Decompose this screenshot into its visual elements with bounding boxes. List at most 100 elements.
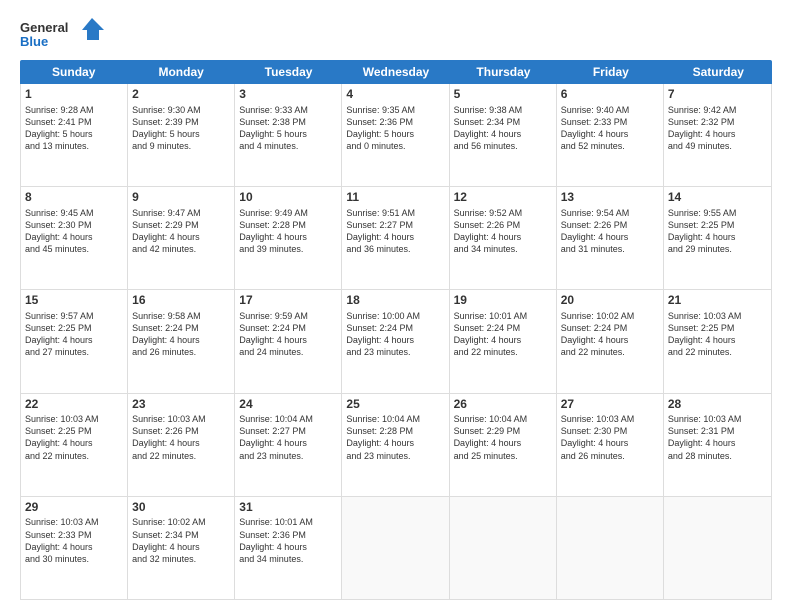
- calendar-header: SundayMondayTuesdayWednesdayThursdayFrid…: [20, 60, 772, 84]
- day-info: Sunrise: 9:55 AM Sunset: 2:25 PM Dayligh…: [668, 207, 767, 256]
- day-number: 8: [25, 190, 123, 206]
- day-number: 24: [239, 397, 337, 413]
- day-info: Sunrise: 10:01 AM Sunset: 2:36 PM Daylig…: [239, 516, 337, 565]
- day-cell-1: 1Sunrise: 9:28 AM Sunset: 2:41 PM Daylig…: [21, 84, 128, 186]
- day-number: 28: [668, 397, 767, 413]
- empty-cell-4-6: [664, 497, 771, 599]
- day-cell-14: 14Sunrise: 9:55 AM Sunset: 2:25 PM Dayli…: [664, 187, 771, 289]
- day-number: 14: [668, 190, 767, 206]
- header-cell-friday: Friday: [557, 60, 664, 84]
- header-cell-thursday: Thursday: [450, 60, 557, 84]
- day-cell-19: 19Sunrise: 10:01 AM Sunset: 2:24 PM Dayl…: [450, 290, 557, 392]
- day-info: Sunrise: 9:58 AM Sunset: 2:24 PM Dayligh…: [132, 310, 230, 359]
- day-cell-2: 2Sunrise: 9:30 AM Sunset: 2:39 PM Daylig…: [128, 84, 235, 186]
- day-info: Sunrise: 9:30 AM Sunset: 2:39 PM Dayligh…: [132, 104, 230, 153]
- day-info: Sunrise: 9:28 AM Sunset: 2:41 PM Dayligh…: [25, 104, 123, 153]
- day-number: 19: [454, 293, 552, 309]
- day-info: Sunrise: 9:54 AM Sunset: 2:26 PM Dayligh…: [561, 207, 659, 256]
- day-cell-31: 31Sunrise: 10:01 AM Sunset: 2:36 PM Dayl…: [235, 497, 342, 599]
- header-cell-tuesday: Tuesday: [235, 60, 342, 84]
- day-cell-25: 25Sunrise: 10:04 AM Sunset: 2:28 PM Dayl…: [342, 394, 449, 496]
- day-info: Sunrise: 10:00 AM Sunset: 2:24 PM Daylig…: [346, 310, 444, 359]
- day-cell-26: 26Sunrise: 10:04 AM Sunset: 2:29 PM Dayl…: [450, 394, 557, 496]
- day-info: Sunrise: 9:59 AM Sunset: 2:24 PM Dayligh…: [239, 310, 337, 359]
- page: General Blue SundayMondayTuesdayWednesda…: [0, 0, 792, 612]
- calendar: SundayMondayTuesdayWednesdayThursdayFrid…: [20, 60, 772, 600]
- day-info: Sunrise: 10:04 AM Sunset: 2:28 PM Daylig…: [346, 413, 444, 462]
- logo: General Blue: [20, 16, 110, 52]
- day-number: 6: [561, 87, 659, 103]
- day-cell-28: 28Sunrise: 10:03 AM Sunset: 2:31 PM Dayl…: [664, 394, 771, 496]
- day-cell-9: 9Sunrise: 9:47 AM Sunset: 2:29 PM Daylig…: [128, 187, 235, 289]
- day-cell-15: 15Sunrise: 9:57 AM Sunset: 2:25 PM Dayli…: [21, 290, 128, 392]
- day-number: 20: [561, 293, 659, 309]
- day-cell-6: 6Sunrise: 9:40 AM Sunset: 2:33 PM Daylig…: [557, 84, 664, 186]
- day-info: Sunrise: 10:03 AM Sunset: 2:25 PM Daylig…: [668, 310, 767, 359]
- day-cell-17: 17Sunrise: 9:59 AM Sunset: 2:24 PM Dayli…: [235, 290, 342, 392]
- day-number: 11: [346, 190, 444, 206]
- day-number: 27: [561, 397, 659, 413]
- day-info: Sunrise: 9:38 AM Sunset: 2:34 PM Dayligh…: [454, 104, 552, 153]
- day-cell-12: 12Sunrise: 9:52 AM Sunset: 2:26 PM Dayli…: [450, 187, 557, 289]
- day-number: 9: [132, 190, 230, 206]
- day-info: Sunrise: 9:52 AM Sunset: 2:26 PM Dayligh…: [454, 207, 552, 256]
- day-cell-4: 4Sunrise: 9:35 AM Sunset: 2:36 PM Daylig…: [342, 84, 449, 186]
- day-number: 30: [132, 500, 230, 516]
- day-info: Sunrise: 9:35 AM Sunset: 2:36 PM Dayligh…: [346, 104, 444, 153]
- svg-text:Blue: Blue: [20, 34, 48, 49]
- day-number: 17: [239, 293, 337, 309]
- day-cell-3: 3Sunrise: 9:33 AM Sunset: 2:38 PM Daylig…: [235, 84, 342, 186]
- calendar-row-1: 1Sunrise: 9:28 AM Sunset: 2:41 PM Daylig…: [21, 84, 771, 187]
- day-cell-8: 8Sunrise: 9:45 AM Sunset: 2:30 PM Daylig…: [21, 187, 128, 289]
- day-info: Sunrise: 9:33 AM Sunset: 2:38 PM Dayligh…: [239, 104, 337, 153]
- day-number: 12: [454, 190, 552, 206]
- svg-text:General: General: [20, 20, 68, 35]
- day-info: Sunrise: 9:49 AM Sunset: 2:28 PM Dayligh…: [239, 207, 337, 256]
- calendar-row-5: 29Sunrise: 10:03 AM Sunset: 2:33 PM Dayl…: [21, 497, 771, 599]
- day-number: 21: [668, 293, 767, 309]
- day-info: Sunrise: 9:40 AM Sunset: 2:33 PM Dayligh…: [561, 104, 659, 153]
- day-cell-23: 23Sunrise: 10:03 AM Sunset: 2:26 PM Dayl…: [128, 394, 235, 496]
- day-number: 2: [132, 87, 230, 103]
- day-info: Sunrise: 10:01 AM Sunset: 2:24 PM Daylig…: [454, 310, 552, 359]
- day-number: 10: [239, 190, 337, 206]
- day-number: 7: [668, 87, 767, 103]
- day-cell-20: 20Sunrise: 10:02 AM Sunset: 2:24 PM Dayl…: [557, 290, 664, 392]
- day-cell-30: 30Sunrise: 10:02 AM Sunset: 2:34 PM Dayl…: [128, 497, 235, 599]
- calendar-body: 1Sunrise: 9:28 AM Sunset: 2:41 PM Daylig…: [20, 84, 772, 600]
- logo-svg: General Blue: [20, 16, 110, 52]
- day-number: 18: [346, 293, 444, 309]
- day-cell-7: 7Sunrise: 9:42 AM Sunset: 2:32 PM Daylig…: [664, 84, 771, 186]
- day-cell-21: 21Sunrise: 10:03 AM Sunset: 2:25 PM Dayl…: [664, 290, 771, 392]
- day-info: Sunrise: 10:04 AM Sunset: 2:29 PM Daylig…: [454, 413, 552, 462]
- day-cell-11: 11Sunrise: 9:51 AM Sunset: 2:27 PM Dayli…: [342, 187, 449, 289]
- day-number: 5: [454, 87, 552, 103]
- day-number: 25: [346, 397, 444, 413]
- day-cell-29: 29Sunrise: 10:03 AM Sunset: 2:33 PM Dayl…: [21, 497, 128, 599]
- day-info: Sunrise: 10:02 AM Sunset: 2:34 PM Daylig…: [132, 516, 230, 565]
- day-cell-18: 18Sunrise: 10:00 AM Sunset: 2:24 PM Dayl…: [342, 290, 449, 392]
- day-number: 15: [25, 293, 123, 309]
- day-info: Sunrise: 10:03 AM Sunset: 2:26 PM Daylig…: [132, 413, 230, 462]
- day-number: 1: [25, 87, 123, 103]
- day-number: 31: [239, 500, 337, 516]
- day-cell-16: 16Sunrise: 9:58 AM Sunset: 2:24 PM Dayli…: [128, 290, 235, 392]
- day-info: Sunrise: 10:03 AM Sunset: 2:31 PM Daylig…: [668, 413, 767, 462]
- empty-cell-4-3: [342, 497, 449, 599]
- day-info: Sunrise: 9:42 AM Sunset: 2:32 PM Dayligh…: [668, 104, 767, 153]
- day-cell-22: 22Sunrise: 10:03 AM Sunset: 2:25 PM Dayl…: [21, 394, 128, 496]
- day-cell-27: 27Sunrise: 10:03 AM Sunset: 2:30 PM Dayl…: [557, 394, 664, 496]
- header: General Blue: [20, 16, 772, 52]
- day-info: Sunrise: 10:02 AM Sunset: 2:24 PM Daylig…: [561, 310, 659, 359]
- day-info: Sunrise: 10:04 AM Sunset: 2:27 PM Daylig…: [239, 413, 337, 462]
- day-info: Sunrise: 9:45 AM Sunset: 2:30 PM Dayligh…: [25, 207, 123, 256]
- day-number: 3: [239, 87, 337, 103]
- empty-cell-4-4: [450, 497, 557, 599]
- day-info: Sunrise: 10:03 AM Sunset: 2:30 PM Daylig…: [561, 413, 659, 462]
- header-cell-monday: Monday: [127, 60, 234, 84]
- day-info: Sunrise: 9:51 AM Sunset: 2:27 PM Dayligh…: [346, 207, 444, 256]
- day-info: Sunrise: 10:03 AM Sunset: 2:33 PM Daylig…: [25, 516, 123, 565]
- day-number: 23: [132, 397, 230, 413]
- day-cell-13: 13Sunrise: 9:54 AM Sunset: 2:26 PM Dayli…: [557, 187, 664, 289]
- day-info: Sunrise: 9:57 AM Sunset: 2:25 PM Dayligh…: [25, 310, 123, 359]
